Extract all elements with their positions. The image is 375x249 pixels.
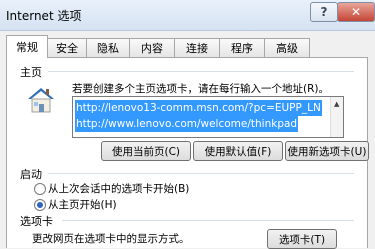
- tabs-section-label: 选项卡: [20, 215, 53, 228]
- tab-general[interactable]: 常规: [6, 35, 48, 58]
- url-scrollbar[interactable]: ▲: [330, 97, 343, 137]
- window-title: Internet 选项: [6, 9, 82, 23]
- homepage-url-line: http://www.lenovo.com/welcome/thinkpad: [75, 116, 299, 132]
- help-button[interactable]: ?: [310, 2, 338, 22]
- tabs-description: 更改网页在选项卡中的显示方式。: [32, 233, 190, 245]
- help-icon: ?: [320, 5, 328, 19]
- startup-option-label: 从主页开始(H): [48, 199, 117, 211]
- use-new-tab-button[interactable]: 使用新选项卡(U): [285, 141, 369, 161]
- startup-section-label: 启动: [20, 168, 42, 181]
- tabs-divider: [62, 220, 354, 221]
- homepage-divider: [48, 71, 354, 72]
- startup-option-label: 从上次会话中的选项卡开始(B): [48, 183, 190, 195]
- use-current-button[interactable]: 使用当前页(C): [101, 141, 191, 161]
- tab-content[interactable]: 内容: [129, 38, 175, 57]
- homepage-url-textarea[interactable]: http://lenovo13-comm.msn.com/?pc=EUPP_LN…: [72, 96, 344, 138]
- tab-security[interactable]: 安全: [47, 38, 87, 57]
- use-default-button[interactable]: 使用默认值(F): [193, 141, 283, 161]
- close-icon: ✕: [350, 5, 362, 19]
- tab-programs[interactable]: 程序: [219, 38, 265, 57]
- tabs-settings-button[interactable]: 选项卡(T): [267, 229, 337, 249]
- startup-radio-homepage[interactable]: [34, 199, 46, 211]
- scroll-up-icon[interactable]: ▲: [334, 100, 339, 108]
- close-button[interactable]: ✕: [337, 2, 375, 22]
- title-bar: Internet 选项 ? ✕: [0, 0, 375, 31]
- tab-connections[interactable]: 连接: [174, 38, 220, 57]
- startup-radio-last-session[interactable]: [34, 183, 46, 195]
- home-icon: [26, 86, 56, 117]
- startup-divider: [48, 173, 354, 174]
- tab-privacy[interactable]: 隐私: [86, 38, 130, 57]
- homepage-section-label: 主页: [20, 66, 42, 79]
- homepage-description: 若要创建多个主页选项卡，请在每行输入一个地址(R)。: [72, 83, 329, 95]
- tab-advanced[interactable]: 高级: [264, 38, 310, 57]
- homepage-url-line: http://lenovo13-comm.msn.com/?pc=EUPP_LN: [75, 100, 322, 116]
